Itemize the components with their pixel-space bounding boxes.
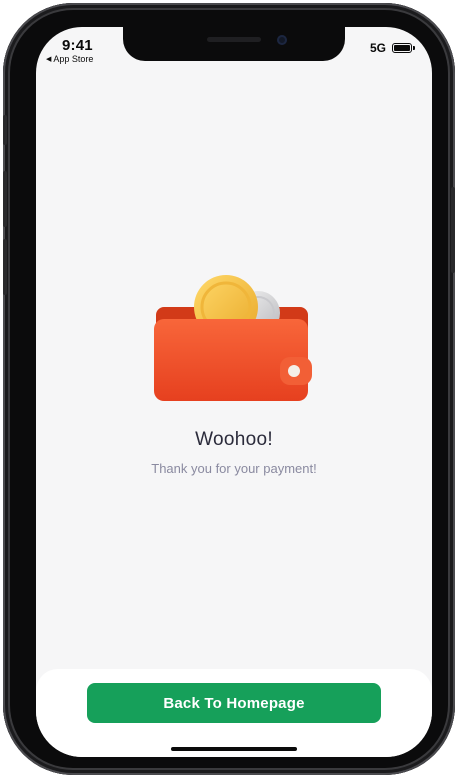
back-to-app-store-link[interactable]: ◀ App Store bbox=[46, 54, 93, 64]
battery-icon bbox=[392, 43, 415, 53]
back-to-homepage-button[interactable]: Back To Homepage bbox=[87, 683, 381, 723]
status-indicators: 5G bbox=[369, 41, 415, 55]
back-triangle-icon: ◀ bbox=[46, 56, 52, 63]
wallet-with-coins-icon bbox=[154, 275, 312, 401]
success-title: Woohoo! bbox=[195, 429, 273, 450]
success-subtitle: Thank you for your payment! bbox=[151, 461, 317, 476]
power-button bbox=[451, 187, 455, 273]
mute-switch bbox=[3, 115, 7, 145]
volume-down-button bbox=[3, 239, 7, 295]
phone-frame: 9:41 ◀ App Store 5G Woohoo! Thank you fo… bbox=[3, 3, 455, 775]
speaker-grille bbox=[207, 37, 261, 42]
network-type: 5G bbox=[369, 41, 386, 55]
app-screen: 9:41 ◀ App Store 5G Woohoo! Thank you fo… bbox=[36, 27, 432, 757]
status-time: 9:41 bbox=[62, 37, 93, 54]
notch bbox=[123, 27, 345, 61]
home-indicator bbox=[171, 747, 297, 751]
back-to-app-store-label: App Store bbox=[53, 54, 94, 64]
front-camera-icon bbox=[277, 35, 287, 45]
volume-up-button bbox=[3, 171, 7, 227]
